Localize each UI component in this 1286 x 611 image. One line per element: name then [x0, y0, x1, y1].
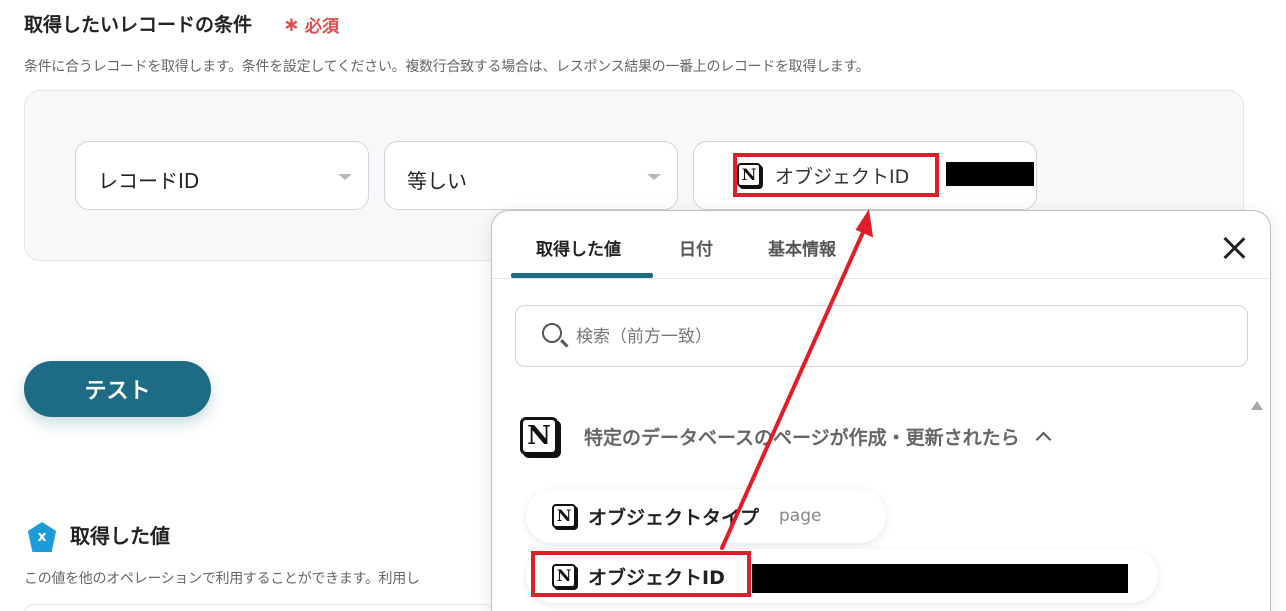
chevron-down-icon: [338, 174, 352, 180]
search-icon: [542, 323, 562, 343]
output-title: 取得した値: [70, 524, 170, 548]
notion-icon: N: [520, 417, 558, 455]
value-chip[interactable]: N オブジェクトID: [737, 158, 909, 192]
search-input[interactable]: [576, 323, 1216, 351]
operator-select-value: 等しい: [407, 169, 467, 193]
notion-icon: N: [552, 504, 576, 528]
field-select[interactable]: レコードID: [75, 141, 369, 210]
tab-basic-info[interactable]: 基本情報: [768, 235, 836, 260]
required-label: 必須: [305, 17, 339, 37]
field-select-value: レコードID: [98, 169, 200, 193]
redacted-value: [946, 162, 1034, 186]
section-description: 条件に合うレコードを取得します。条件を設定してください。複数行合致する場合は、レ…: [24, 59, 870, 75]
test-button[interactable]: テスト: [24, 361, 211, 417]
value-picker-popup: 取得した値 日付 基本情報 N 特定のデータベースのページが作成・更新されたら …: [491, 210, 1271, 611]
close-icon[interactable]: [1219, 233, 1249, 263]
item-value: page: [779, 506, 822, 526]
notion-icon: N: [552, 564, 576, 588]
redacted-value: [752, 564, 1128, 593]
search-field[interactable]: [515, 305, 1248, 367]
trigger-group-header[interactable]: N 特定のデータベースのページが作成・更新されたら: [520, 417, 1051, 455]
item-name: オブジェクトタイプ: [588, 506, 760, 529]
tab-acquired-values[interactable]: 取得した値: [536, 235, 621, 260]
tab-date[interactable]: 日付: [679, 235, 713, 260]
x-pentagon-icon: x: [27, 522, 57, 552]
list-item-object-type[interactable]: N オブジェクトタイプ page: [526, 489, 886, 543]
chevron-up-icon: [1035, 431, 1051, 447]
scroll-up-arrow[interactable]: [1251, 401, 1263, 410]
output-description: この値を他のオペレーションで利用することができます。利用し: [24, 571, 420, 587]
value-chip-label: オブジェクトID: [775, 165, 910, 188]
operator-select[interactable]: 等しい: [384, 141, 678, 210]
trigger-group-label: 特定のデータベースのページが作成・更新されたら: [584, 426, 1020, 449]
notion-icon: N: [737, 163, 761, 187]
item-name: オブジェクトID: [588, 566, 725, 589]
required-star: ∗: [283, 12, 300, 36]
output-panel: [24, 604, 494, 611]
section-title: 取得したいレコードの条件: [24, 14, 253, 36]
chevron-down-icon: [647, 174, 661, 180]
tab-divider: [492, 278, 1270, 279]
